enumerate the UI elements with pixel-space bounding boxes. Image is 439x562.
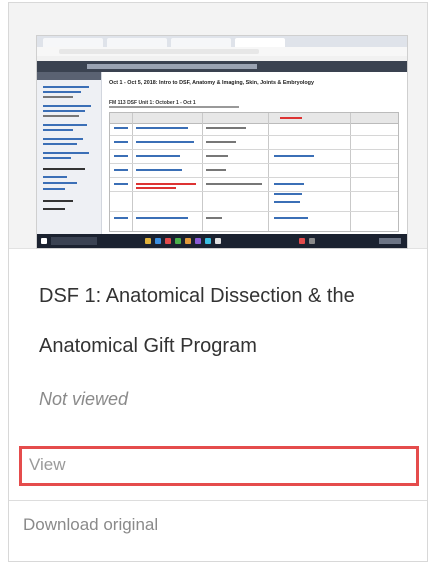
thumbnail-content: Oct 1 - Oct 5, 2018: Intro to DSF, Anato… xyxy=(103,72,407,234)
thumbnail-area: Oct 1 - Oct 5, 2018: Intro to DSF, Anato… xyxy=(9,3,427,249)
resource-title: DSF 1: Anatomical Dissection & the Anato… xyxy=(39,285,355,357)
view-button[interactable]: View xyxy=(19,446,419,486)
action-divider xyxy=(9,500,427,501)
thumbnail-left-nav xyxy=(37,72,102,234)
thumbnail-schedule-table xyxy=(109,112,399,232)
thumbnail-app-bar xyxy=(37,61,407,72)
view-label: View xyxy=(29,455,66,474)
thumbnail-taskbar xyxy=(37,234,407,248)
document-thumbnail[interactable]: Oct 1 - Oct 5, 2018: Intro to DSF, Anato… xyxy=(37,36,407,248)
thumbnail-page-heading: Oct 1 - Oct 5, 2018: Intro to DSF, Anato… xyxy=(109,80,314,86)
view-status: Not viewed xyxy=(39,389,129,409)
resource-card[interactable]: Oct 1 - Oct 5, 2018: Intro to DSF, Anato… xyxy=(8,2,428,562)
thumbnail-browser-tabs xyxy=(37,36,407,47)
download-original-link[interactable]: Download original xyxy=(23,515,158,535)
